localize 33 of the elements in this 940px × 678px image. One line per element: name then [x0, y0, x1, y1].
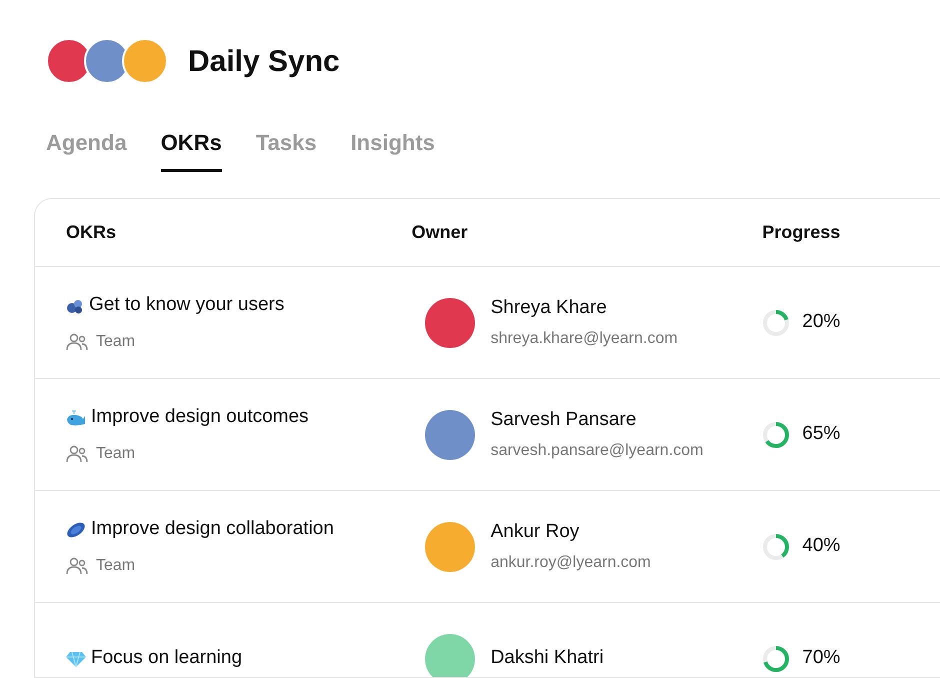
owner-email: sarvesh.pansare@lyearn.com [490, 440, 704, 461]
owner-name: Sarvesh Pansare [490, 408, 638, 432]
people-icon [66, 332, 88, 351]
tab[interactable]: OKRs [160, 126, 222, 172]
column-header: Progress [762, 222, 840, 242]
okr-title[interactable]: Improve design outcomes [91, 403, 309, 432]
whale-icon [66, 408, 86, 426]
progress-value: 40% [802, 534, 840, 558]
owner-email: ankur.roy@lyearn.com [490, 552, 651, 573]
column-header: Owner [412, 222, 468, 242]
okr-title[interactable]: Get to know your users [89, 291, 284, 320]
owner-name: Shreya Khare [490, 296, 608, 320]
progress-value: 20% [802, 310, 840, 334]
people-icon [66, 444, 88, 463]
okr-scope: Team [96, 444, 136, 464]
progress-ring [762, 532, 790, 560]
progress-ring [762, 644, 790, 672]
progress-value: 65% [802, 422, 840, 446]
page-title: Daily Sync [188, 44, 340, 80]
progress-ring [762, 420, 790, 448]
owner-name: Ankur Roy [490, 520, 580, 544]
disc-icon [66, 520, 86, 538]
okr-title[interactable]: Improve design collaboration [91, 515, 334, 544]
gem-icon [66, 650, 86, 666]
progress-value: 70% [802, 646, 840, 670]
okr-title[interactable]: Focus on learning [91, 644, 242, 673]
owner-name: Dakshi Khatri [490, 646, 604, 670]
okr-scope: Team [96, 332, 136, 352]
okr-scope: Team [96, 556, 136, 576]
column-header: OKRs [66, 222, 116, 242]
progress-ring [762, 308, 790, 336]
people-icon [66, 556, 88, 575]
owner-email: shreya.khare@lyearn.com [490, 328, 678, 349]
